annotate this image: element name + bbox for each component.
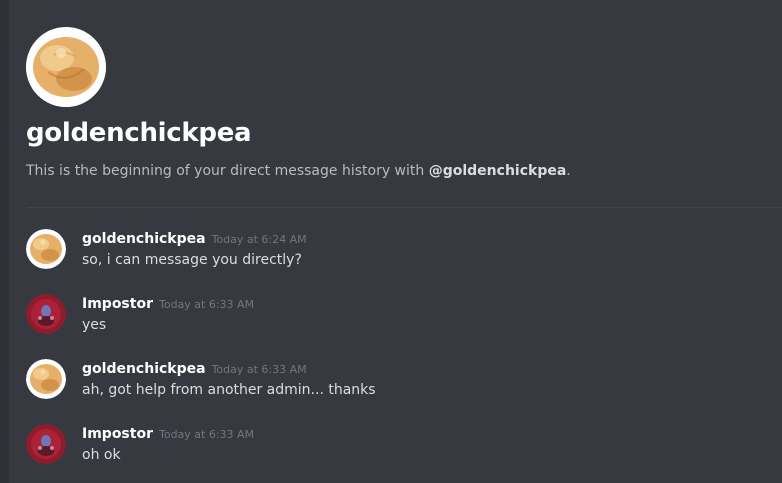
message-text: so, i can message you directly? [82, 252, 302, 268]
dm-intro-handle: @goldenchickpea [428, 163, 567, 179]
chickpea-avatar-large[interactable] [26, 27, 106, 107]
message-item: goldenchickpea Today at 6:24 AM so, i can… [26, 229, 766, 273]
message-timestamp: Today at 6:33 AM [211, 363, 307, 376]
message-header: goldenchickpea Today at 6:24 AM [82, 229, 307, 249]
message-author[interactable]: goldenchickpea [82, 361, 206, 377]
message-text: oh ok [82, 447, 121, 463]
message-author[interactable]: Impostor [82, 296, 153, 312]
message-item: Impostor Today at 6:33 AM yes [26, 294, 766, 338]
message-author[interactable]: Impostor [82, 426, 153, 442]
message-timestamp: Today at 6:33 AM [158, 428, 255, 441]
dm-intro-lead: This is the beginning of your direct mes… [26, 163, 429, 179]
message-header: Impostor Today at 6:33 AM [82, 294, 254, 314]
message-item: Impostor Today at 6:33 AM oh ok [26, 424, 766, 468]
message-author[interactable]: goldenchickpea [82, 231, 206, 247]
message-timestamp: Today at 6:24 AM [211, 233, 307, 246]
message-text: yes [82, 317, 107, 333]
sidebar-edge [0, 0, 9, 483]
message-timestamp: Today at 6:33 AM [158, 298, 255, 311]
message-text: ah, got help from another admin... thank… [82, 382, 376, 398]
chickpea-avatar[interactable] [26, 359, 66, 399]
divider [26, 207, 782, 208]
impostor-avatar[interactable] [26, 424, 66, 464]
dm-intro-text: This is the beginning of your direct mes… [26, 163, 571, 179]
dm-intro-end: . [566, 163, 571, 179]
message-header: goldenchickpea Today at 6:33 AM [82, 359, 307, 379]
chickpea-avatar[interactable] [26, 229, 66, 269]
dm-title: goldenchickpea [26, 118, 252, 148]
impostor-avatar[interactable] [26, 294, 66, 334]
message-item: goldenchickpea Today at 6:33 AM ah, got h… [26, 359, 766, 403]
dm-channel: goldenchickpea This is the beginning of … [0, 0, 782, 483]
message-header: Impostor Today at 6:33 AM [82, 424, 254, 444]
